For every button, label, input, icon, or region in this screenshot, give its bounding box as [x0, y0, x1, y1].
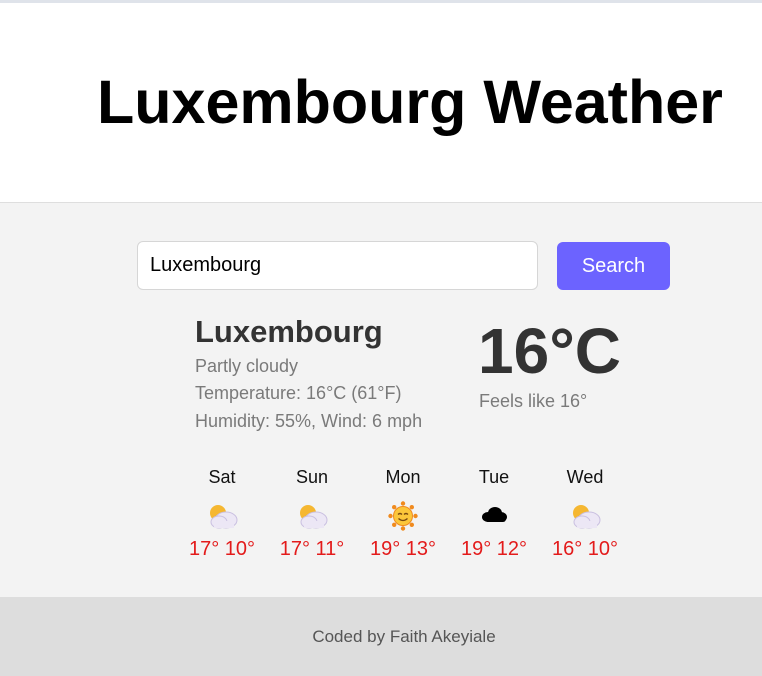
forecast-low: 10° — [224, 538, 256, 560]
forecast-day-name: Sat — [208, 467, 236, 487]
forecast-low: 10° — [587, 538, 619, 560]
forecast-day-name: Tue — [478, 467, 510, 487]
footer-credit: Coded by Faith Akeyiale — [312, 627, 496, 646]
temperature-detail: Temperature: 16°C (61°F) — [195, 383, 402, 403]
forecast-temps: 17° 10° — [177, 537, 267, 561]
forecast-low: 13° — [405, 538, 437, 560]
forecast-high: 19° — [369, 538, 401, 560]
forecast-high: 16° — [551, 538, 583, 560]
forecast-low: 12° — [496, 538, 528, 560]
cloud-icon — [482, 507, 507, 522]
forecast-temps: 16° 10° — [540, 537, 630, 561]
partly-cloudy-icon — [573, 505, 601, 529]
page-title: Luxembourg Weather — [97, 68, 723, 136]
forecast-high: 17° — [188, 538, 220, 560]
forecast-temps: 19° 12° — [449, 537, 539, 561]
weather-main: Search Luxembourg Partly cloudy Temperat… — [0, 203, 762, 597]
humidity-wind-detail: Humidity: 55%, Wind: 6 mph — [195, 411, 423, 431]
forecast-day-name: Sun — [295, 467, 329, 487]
forecast-day: Wed 16° 10° — [540, 466, 630, 561]
partly-cloudy-icon — [300, 505, 328, 529]
page-footer: Coded by Faith Akeyiale — [0, 597, 762, 676]
forecast-day: Tue 19° 12° — [449, 466, 539, 561]
current-temperature: 16°C — [478, 315, 621, 387]
page-header: Luxembourg Weather — [0, 3, 762, 203]
feels-like: Feels like 16° — [479, 391, 588, 411]
city-search-input[interactable] — [137, 241, 538, 290]
forecast-temps: 17° 11° — [267, 537, 357, 561]
forecast-day: Sat 17° 10° — [177, 466, 267, 561]
city-name: Luxembourg — [195, 314, 383, 349]
sunny-icon — [388, 501, 418, 531]
forecast-day-name: Mon — [385, 467, 421, 487]
weather-description: Partly cloudy — [195, 356, 299, 376]
forecast-high: 19° — [460, 538, 492, 560]
search-button[interactable]: Search — [557, 242, 670, 290]
forecast-day: Sun 17° 11° — [267, 466, 357, 561]
forecast-temps: 19° 13° — [358, 537, 448, 561]
forecast-day-name: Wed — [566, 467, 604, 487]
forecast-day: Mon 19° 13° — [358, 466, 448, 561]
forecast-high: 17° — [279, 538, 310, 560]
partly-cloudy-icon — [210, 505, 238, 529]
forecast-low: 11° — [315, 538, 345, 560]
